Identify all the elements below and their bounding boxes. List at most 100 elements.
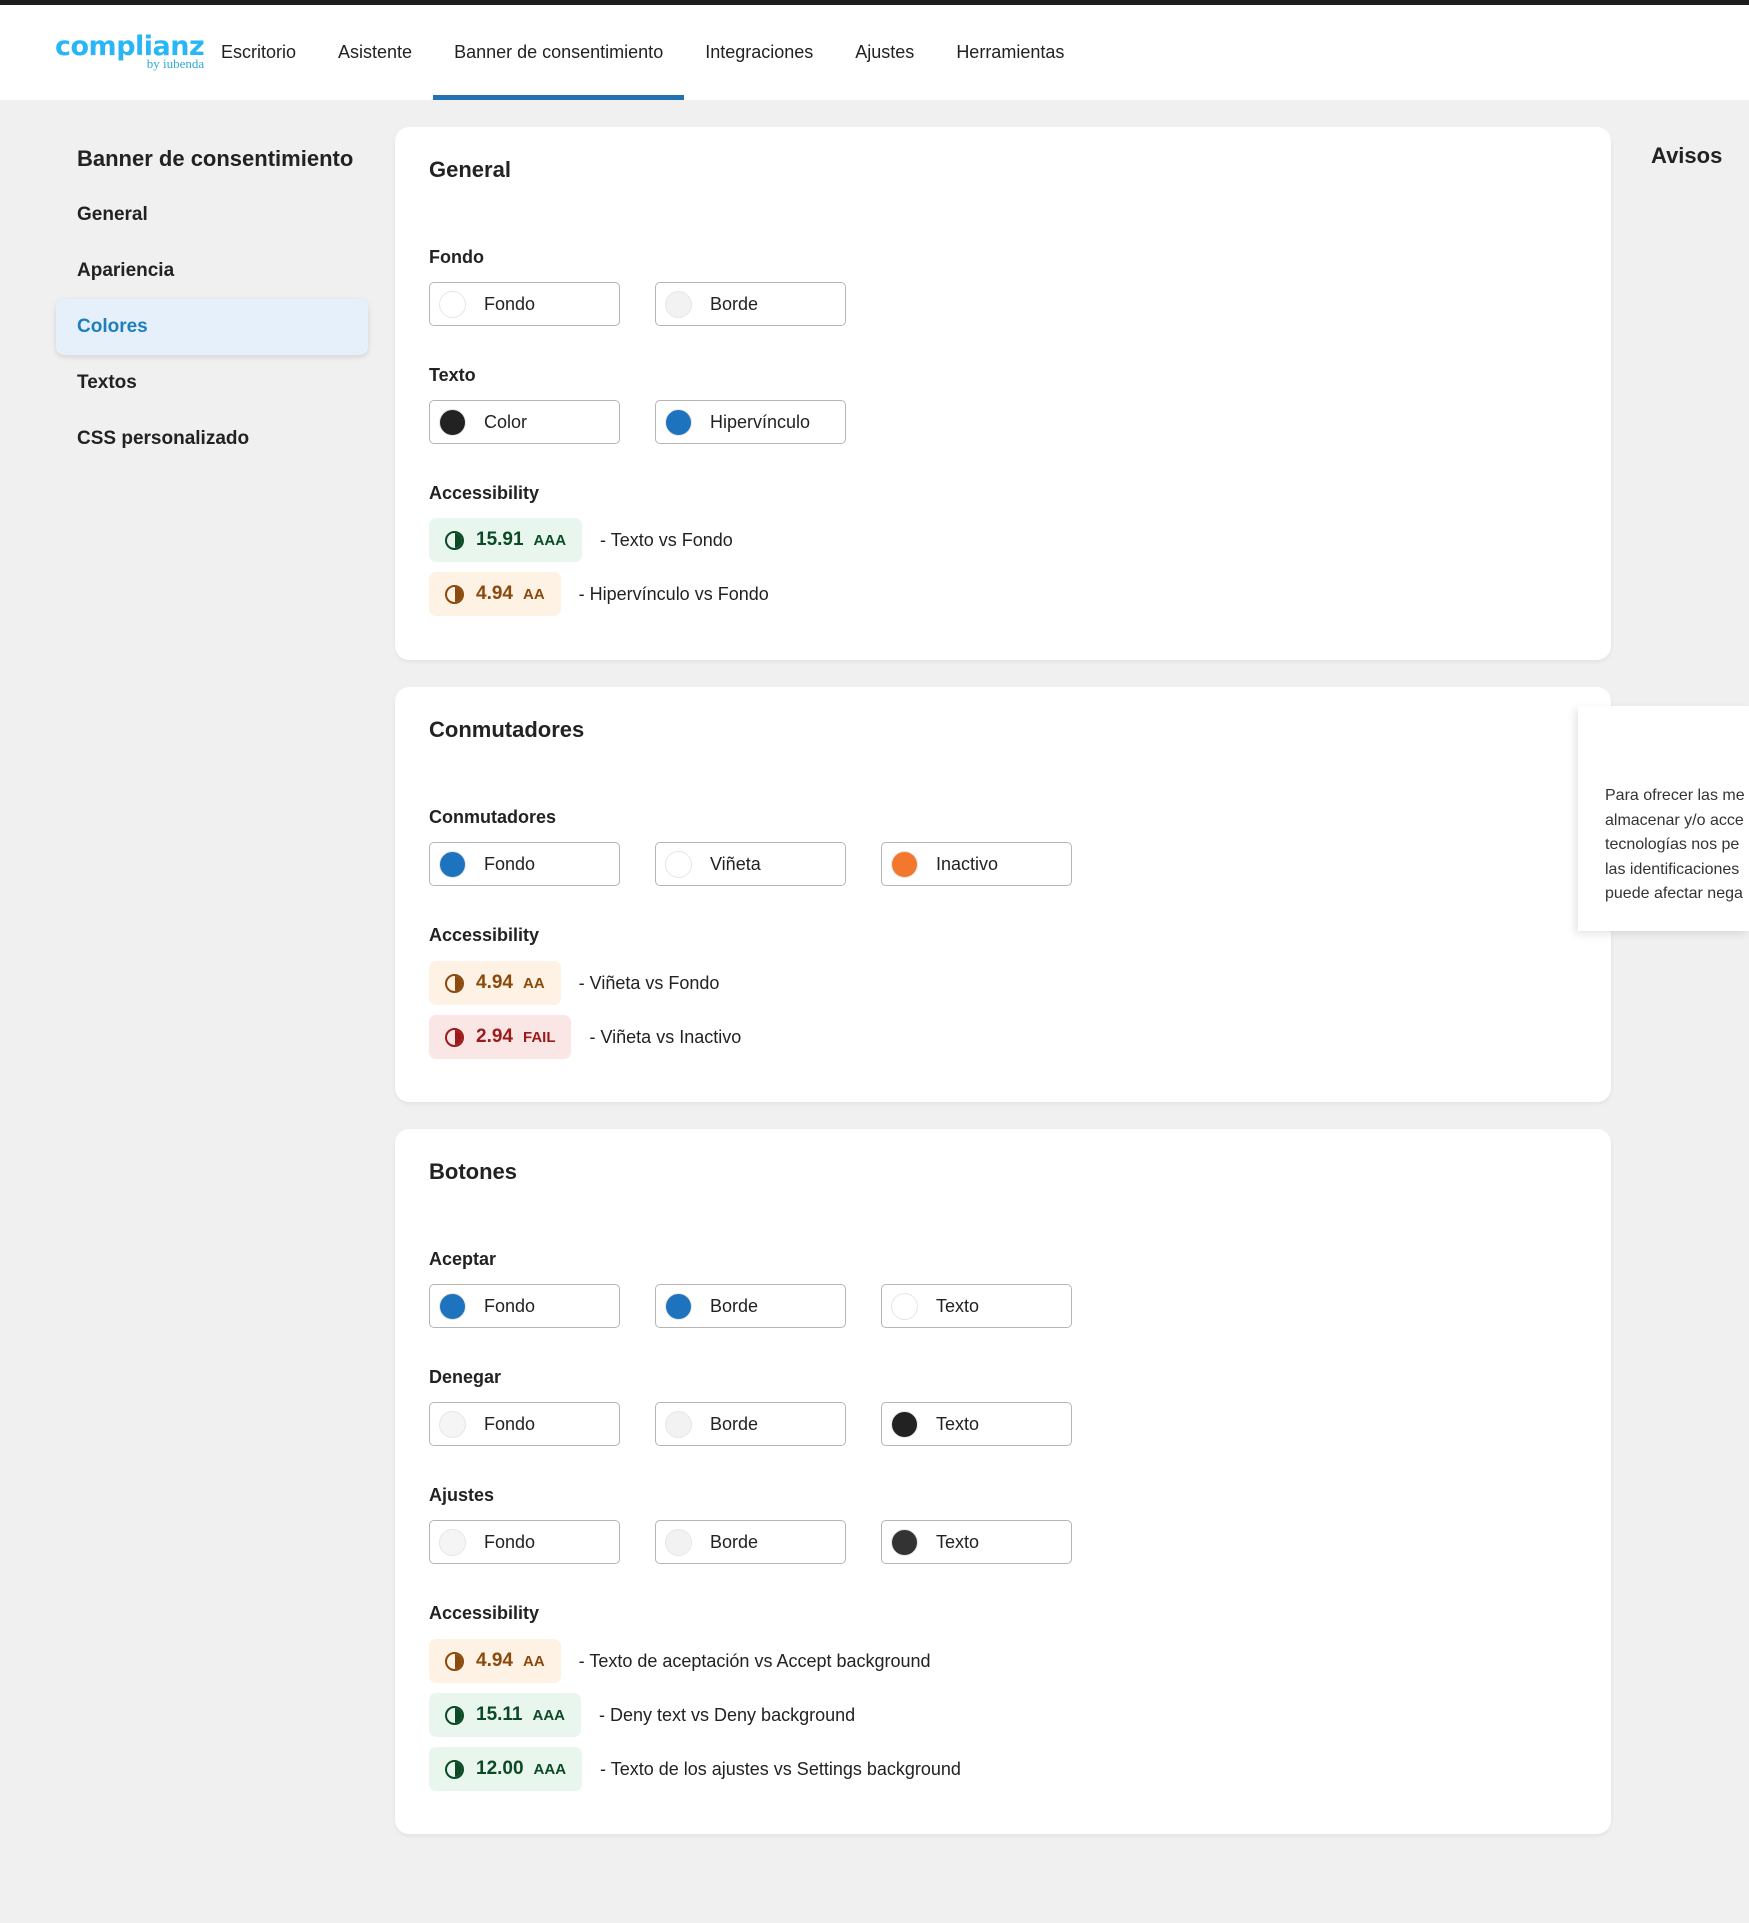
color-picker-texto[interactable]: Texto: [881, 1284, 1072, 1328]
picker-label: Borde: [710, 1295, 759, 1316]
preview-line: tecnologías nos pe: [1605, 836, 1740, 853]
contrast-ratio: 12.00: [476, 1758, 524, 1779]
color-picker-texto[interactable]: Texto: [881, 1520, 1072, 1564]
picker-label: Color: [484, 411, 528, 432]
top-header: complianz by iubenda Escritorio Asistent…: [0, 5, 1749, 100]
contrast-description: - Deny text vs Deny background: [599, 1704, 856, 1725]
color-picker-borde[interactable]: Borde: [655, 1520, 846, 1564]
sidebar-item-textos[interactable]: Textos: [56, 355, 368, 411]
contrast-level: AA: [522, 585, 545, 603]
color-picker-borde[interactable]: Borde: [655, 1284, 846, 1328]
preview-line: Para ofrecer las me: [1605, 787, 1745, 804]
banner-preview: Para ofrecer las me almacenar y/o acce t…: [1578, 706, 1749, 931]
color-picker-inactivo[interactable]: Inactivo: [881, 842, 1072, 886]
contrast-badge: 2.94 FAIL: [429, 1015, 572, 1059]
nav-escritorio[interactable]: Escritorio: [200, 5, 317, 100]
nav-ajustes[interactable]: Ajustes: [834, 5, 935, 100]
color-picker-color[interactable]: Color: [429, 400, 620, 444]
picker-label: Borde: [710, 1531, 759, 1552]
contrast-ratio: 15.91: [476, 529, 524, 550]
nav-asistente[interactable]: Asistente: [317, 5, 433, 100]
contrast-icon: [445, 973, 464, 993]
sidebar-item-colores[interactable]: Colores: [56, 299, 368, 355]
preview-line: almacenar y/o acce: [1605, 811, 1744, 829]
contrast-description: - Texto de aceptación vs Accept backgrou…: [578, 1650, 931, 1671]
nav-integraciones[interactable]: Integraciones: [684, 5, 834, 100]
contrast-row: 4.94 AA - Texto de aceptación vs Accept …: [429, 1639, 931, 1683]
color-picker-fondo[interactable]: Fondo: [429, 282, 620, 326]
contrast-row: 15.91 AAA - Texto vs Fondo: [429, 518, 733, 562]
color-picker-hipervinculo[interactable]: Hipervínculo: [655, 400, 846, 444]
color-picker-fondo[interactable]: Fondo: [429, 1520, 620, 1564]
complianz-logo[interactable]: complianz by iubenda: [55, 33, 205, 70]
contrast-icon: [445, 1027, 464, 1047]
sidebar-item-css-personalizado[interactable]: CSS personalizado: [56, 411, 368, 467]
main-nav: Escritorio Asistente Banner de consentim…: [200, 5, 1085, 100]
accept-pickers: Fondo Borde Texto: [429, 1284, 1107, 1328]
card-title: Conmutadores: [429, 717, 585, 742]
deny-pickers: Fondo Borde Texto: [429, 1402, 1107, 1446]
contrast-icon: [445, 1705, 464, 1725]
accessibility-label: Accessibility: [429, 925, 540, 945]
buttons-card: Botones Aceptar Fondo Borde Texto Denega…: [395, 1129, 1611, 1834]
picker-label: Fondo: [484, 1531, 536, 1552]
color-picker-vineta[interactable]: Viñeta: [655, 842, 846, 886]
color-swatch: [665, 1528, 692, 1556]
nav-banner-consentimiento[interactable]: Banner de consentimiento: [433, 5, 685, 100]
picker-label: Fondo: [484, 293, 536, 314]
picker-label: Borde: [710, 293, 759, 314]
contrast-icon: [445, 1759, 464, 1779]
picker-label: Fondo: [484, 853, 536, 874]
picker-label: Viñeta: [710, 853, 761, 874]
texto-pickers: Color Hipervínculo: [429, 400, 881, 444]
nav-herramientas[interactable]: Herramientas: [935, 5, 1085, 100]
sidebar-item-apariencia[interactable]: Apariencia: [56, 243, 368, 299]
color-swatch: [665, 290, 692, 318]
contrast-description: - Viñeta vs Fondo: [578, 972, 720, 993]
contrast-level: AA: [522, 1652, 545, 1670]
color-picker-fondo[interactable]: Fondo: [429, 1402, 620, 1446]
color-swatch: [891, 1528, 918, 1556]
deny-label: Denegar: [429, 1367, 502, 1387]
color-swatch: [439, 408, 466, 436]
sidebar: Banner de consentimiento General Aparien…: [56, 143, 368, 467]
color-swatch: [665, 408, 692, 436]
contrast-ratio: 4.94: [476, 583, 513, 604]
picker-label: Hipervínculo: [710, 411, 811, 432]
contrast-badge: 4.94 AA: [429, 1639, 561, 1683]
color-picker-fondo[interactable]: Fondo: [429, 842, 620, 886]
color-picker-texto[interactable]: Texto: [881, 1402, 1072, 1446]
contrast-icon: [445, 530, 464, 550]
toggles-pickers: Fondo Viñeta Inactivo: [429, 842, 1107, 886]
color-swatch: [891, 1292, 918, 1320]
picker-label: Texto: [936, 1413, 980, 1434]
notices-title: Avisos: [1651, 143, 1723, 168]
contrast-ratio: 15.11: [476, 1704, 523, 1725]
contrast-icon: [445, 1651, 464, 1671]
color-picker-borde[interactable]: Borde: [655, 282, 846, 326]
contrast-description: - Texto de los ajustes vs Settings backg…: [600, 1758, 961, 1779]
contrast-row: 15.11 AAA - Deny text vs Deny background: [429, 1693, 855, 1737]
contrast-row: 4.94 AA - Hipervínculo vs Fondo: [429, 572, 769, 616]
contrast-badge: 15.91 AAA: [429, 518, 583, 562]
sidebar-item-general[interactable]: General: [56, 187, 368, 243]
color-swatch: [665, 1410, 692, 1438]
settings-pickers: Fondo Borde Texto: [429, 1520, 1107, 1564]
color-picker-borde[interactable]: Borde: [655, 1402, 846, 1446]
color-swatch: [439, 850, 466, 878]
card-title: General: [429, 157, 511, 182]
color-swatch: [439, 1528, 466, 1556]
contrast-badge: 12.00 AAA: [429, 1747, 583, 1791]
contrast-ratio: 4.94: [476, 972, 513, 993]
fondo-pickers: Fondo Borde: [429, 282, 881, 326]
contrast-row: 2.94 FAIL - Viñeta vs Inactivo: [429, 1015, 741, 1059]
color-swatch: [891, 1410, 918, 1438]
contrast-row: 4.94 AA - Viñeta vs Fondo: [429, 961, 719, 1005]
toggles-label: Conmutadores: [429, 807, 557, 827]
color-swatch: [439, 1410, 466, 1438]
contrast-icon: [445, 584, 464, 604]
contrast-level: AAA: [533, 531, 567, 549]
color-picker-fondo[interactable]: Fondo: [429, 1284, 620, 1328]
contrast-badge: 4.94 AA: [429, 572, 561, 616]
accessibility-label: Accessibility: [429, 1603, 540, 1623]
